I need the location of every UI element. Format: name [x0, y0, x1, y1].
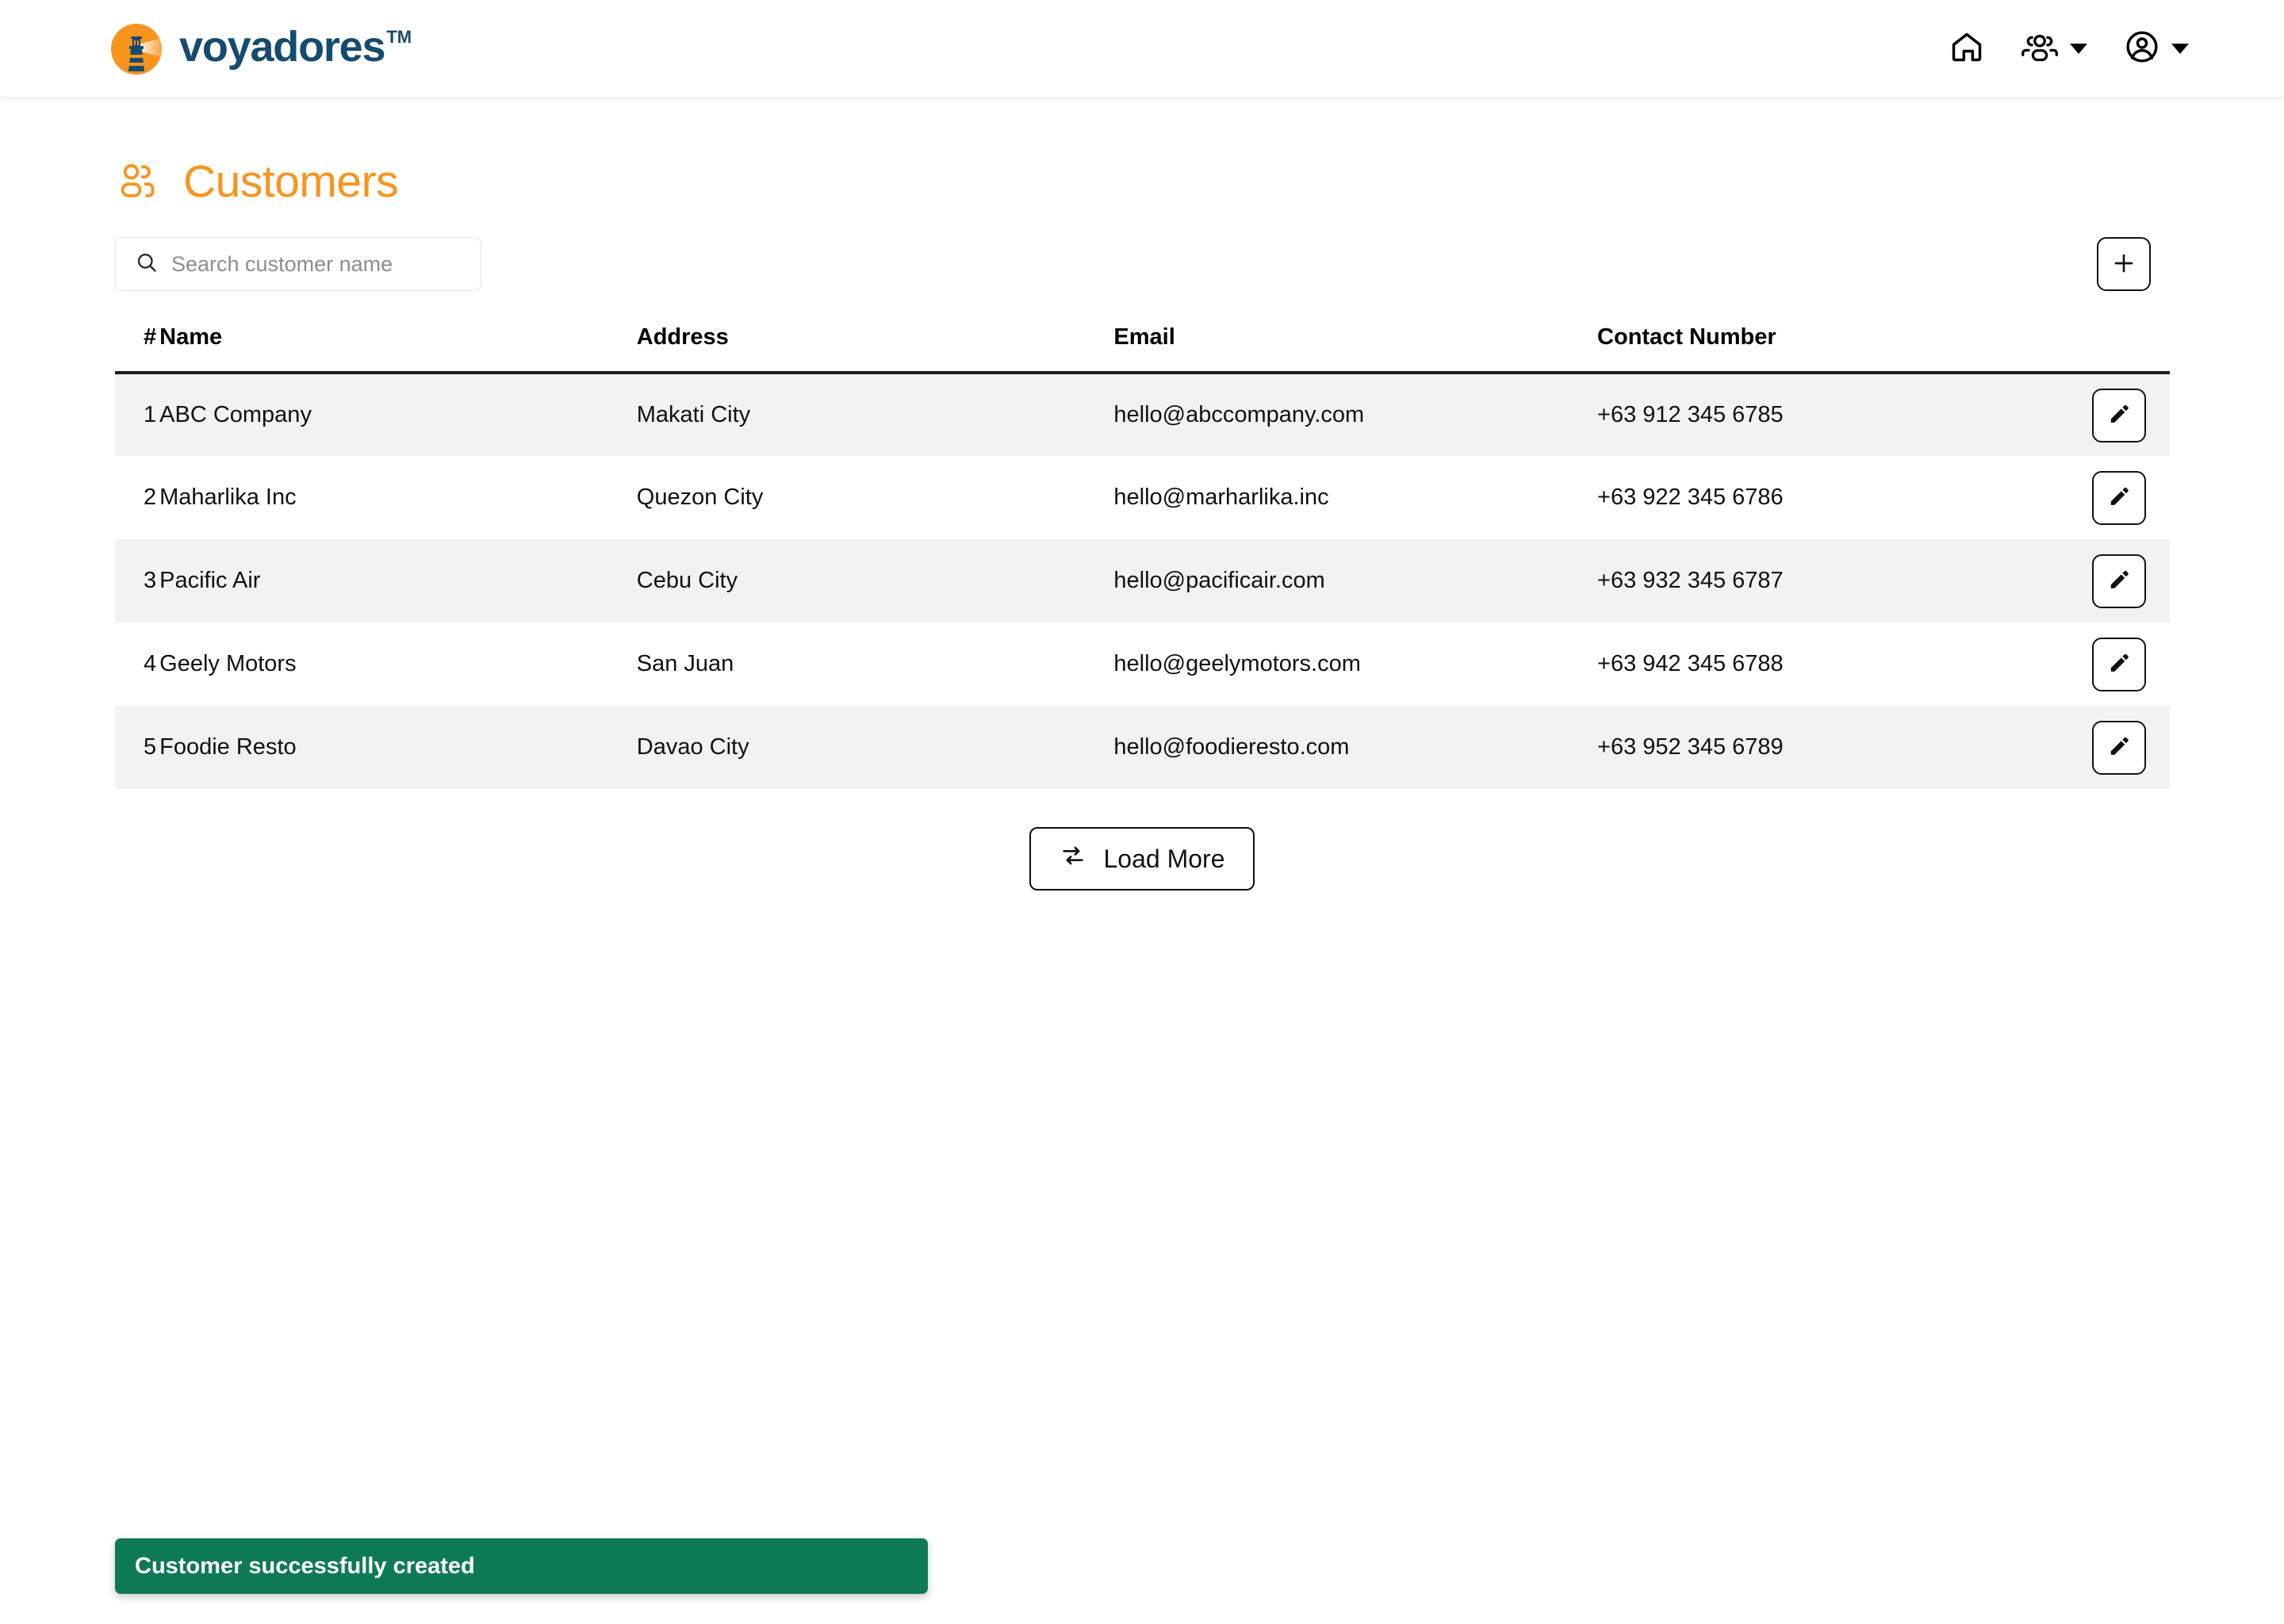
- table-head: # Name Address Email Contact Number: [115, 324, 2170, 374]
- users-group-icon: [115, 159, 161, 205]
- table-row[interactable]: 2 Maharlika Inc Quezon City hello@marhar…: [115, 456, 2170, 539]
- column-header-address: Address: [636, 324, 1114, 374]
- chevron-down-icon[interactable]: [2070, 43, 2087, 54]
- cell-email: hello@marharlika.inc: [1113, 485, 1329, 510]
- load-more-container: Load More: [115, 827, 2169, 891]
- search-icon: [135, 251, 159, 278]
- repeat-arrows-icon: [1060, 842, 1086, 875]
- user-circle-icon: [2124, 29, 2160, 69]
- cell-number: 5: [144, 734, 157, 760]
- table-row[interactable]: 1 ABC Company Makati City hello@abccompa…: [115, 373, 2170, 456]
- edit-row-button[interactable]: [2092, 637, 2146, 691]
- trademark-symbol: TM: [386, 27, 412, 47]
- load-more-label: Load More: [1103, 844, 1225, 873]
- cell-number: 2: [144, 485, 157, 510]
- plus-icon: [2111, 251, 2136, 278]
- column-header-name: Name: [159, 324, 637, 374]
- cell-address: Davao City: [636, 734, 749, 760]
- cell-email: hello@abccompany.com: [1113, 402, 1365, 427]
- cell-email: hello@pacificair.com: [1113, 568, 1325, 593]
- cell-actions: [2010, 706, 2170, 789]
- cell-contact: +63 922 345 6786: [1597, 485, 1784, 510]
- edit-row-button[interactable]: [2092, 553, 2146, 608]
- column-header-contact: Contact Number: [1597, 324, 2011, 374]
- cell-actions: [2010, 539, 2170, 622]
- pencil-icon: [2107, 402, 2131, 428]
- cell-contact: +63 932 345 6787: [1597, 568, 1784, 593]
- users-group-icon: [2021, 29, 2059, 68]
- table-toolbar: [115, 237, 2169, 291]
- brand-name: voyadores: [179, 23, 386, 71]
- nav-home[interactable]: [1949, 29, 1984, 68]
- column-header-number: #: [115, 324, 160, 374]
- cell-contact: +63 912 345 6785: [1597, 402, 1784, 427]
- table-row[interactable]: 5 Foodie Resto Davao City hello@foodiere…: [115, 706, 2170, 789]
- pencil-icon: [2107, 568, 2131, 594]
- search-box[interactable]: [115, 237, 481, 291]
- table-header-row: # Name Address Email Contact Number: [115, 324, 2170, 374]
- cell-email: hello@foodieresto.com: [1113, 734, 1350, 760]
- load-more-button[interactable]: Load More: [1029, 827, 1255, 891]
- cell-name: ABC Company: [159, 402, 312, 427]
- cell-address: Quezon City: [636, 485, 764, 510]
- nav-account[interactable]: [2124, 29, 2189, 69]
- cell-name: Pacific Air: [159, 568, 261, 593]
- table-body: 1 ABC Company Makati City hello@abccompa…: [115, 373, 2170, 789]
- top-navbar: voyadores TM: [0, 0, 2284, 97]
- cell-address: San Juan: [636, 651, 734, 676]
- add-customer-button[interactable]: [2097, 237, 2151, 291]
- page-header: Customers: [115, 159, 2169, 205]
- customers-table-wrapper: # Name Address Email Contact Number 1 AB…: [115, 324, 2170, 789]
- navbar-actions: [1949, 29, 2189, 69]
- page-content: Customers #: [0, 159, 2284, 891]
- cell-name: Geely Motors: [159, 651, 297, 676]
- chevron-down-icon[interactable]: [2171, 43, 2189, 54]
- toast-notification[interactable]: Customer successfully created: [115, 1538, 928, 1594]
- column-header-email: Email: [1113, 324, 1598, 374]
- edit-row-button[interactable]: [2092, 720, 2146, 775]
- customers-table: # Name Address Email Contact Number 1 AB…: [115, 324, 2170, 789]
- lighthouse-icon: [111, 24, 162, 75]
- table-row[interactable]: 4 Geely Motors San Juan hello@geelymotor…: [115, 622, 2170, 706]
- cell-actions: [2010, 622, 2170, 706]
- cell-address: Cebu City: [636, 568, 738, 593]
- cell-actions: [2010, 456, 2170, 539]
- cell-address: Makati City: [636, 402, 751, 427]
- pencil-icon: [2107, 734, 2131, 760]
- nav-customers[interactable]: [2021, 29, 2087, 68]
- toast-message: Customer successfully created: [135, 1553, 475, 1579]
- page-title: Customers: [183, 156, 399, 207]
- pencil-icon: [2107, 651, 2131, 677]
- search-input[interactable]: [171, 251, 462, 277]
- cell-contact: +63 952 345 6789: [1597, 734, 1784, 760]
- cell-actions: [2010, 373, 2170, 456]
- pencil-icon: [2107, 485, 2131, 511]
- cell-number: 3: [144, 568, 157, 593]
- brand-logo[interactable]: voyadores TM: [111, 22, 412, 75]
- cell-email: hello@geelymotors.com: [1113, 651, 1361, 676]
- home-icon: [1949, 29, 1984, 68]
- column-header-actions: [2010, 324, 2170, 374]
- cell-name: Foodie Resto: [159, 734, 297, 760]
- cell-contact: +63 942 345 6788: [1597, 651, 1784, 676]
- edit-row-button[interactable]: [2092, 470, 2146, 525]
- cell-number: 1: [144, 402, 157, 427]
- table-row[interactable]: 3 Pacific Air Cebu City hello@pacificair…: [115, 539, 2170, 622]
- cell-name: Maharlika Inc: [159, 485, 297, 510]
- edit-row-button[interactable]: [2092, 388, 2146, 442]
- cell-number: 4: [144, 651, 157, 676]
